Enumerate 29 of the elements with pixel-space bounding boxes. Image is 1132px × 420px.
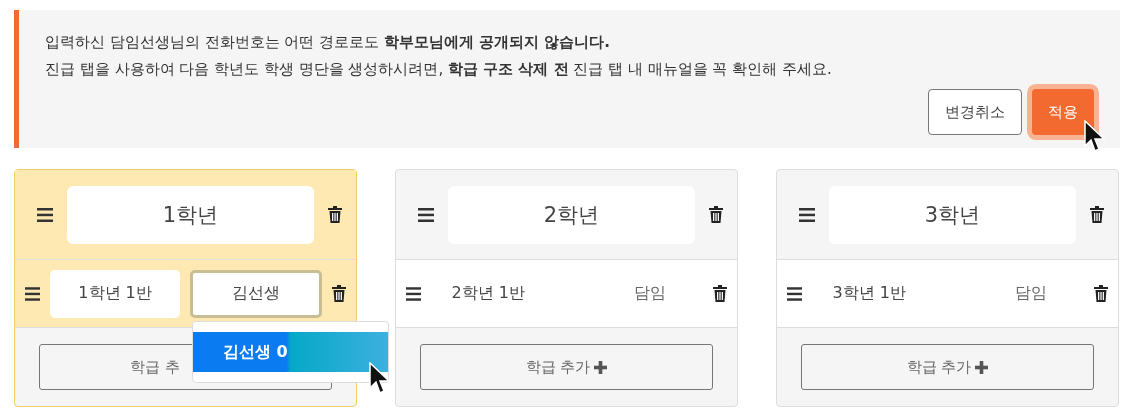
plus-icon <box>594 360 608 374</box>
drag-handle-icon[interactable] <box>406 286 422 301</box>
drag-handle-icon[interactable] <box>418 207 434 222</box>
trash-icon[interactable] <box>713 285 727 302</box>
class-name: 3학년 1반 <box>831 283 907 304</box>
notice-text: 입력하신 담임선생님의 전화번호는 어떤 경로로도 학부모님에게 공개되지 않습니다. <box>45 32 611 52</box>
grade-name-field[interactable]: 1학년 <box>67 185 314 244</box>
class-name: 2학년 1반 <box>450 283 526 304</box>
grade-name-field[interactable]: 3학년 <box>829 185 1076 244</box>
cancel-button[interactable]: 변경취소 <box>928 89 1022 135</box>
trash-icon[interactable] <box>1090 206 1104 223</box>
teacher-label: 담임 <box>1013 283 1048 304</box>
class-name-field[interactable]: 1학년 1반 <box>50 269 180 318</box>
drag-handle-icon[interactable] <box>799 207 815 222</box>
teacher-field[interactable]: 김선생 <box>189 269 322 318</box>
trash-icon[interactable] <box>332 285 346 302</box>
plus-icon <box>975 360 989 374</box>
trash-icon[interactable] <box>328 206 342 223</box>
grade-name-field[interactable]: 2학년 <box>448 185 695 244</box>
trash-icon[interactable] <box>1094 285 1108 302</box>
trash-icon[interactable] <box>709 206 723 223</box>
drag-handle-icon[interactable] <box>787 286 803 301</box>
notice-text: 진급 탭을 사용하여 다음 학년도 학생 명단을 생성하시려면, 학급 구조 삭제 전 진급 탭 내 매뉴얼을 꼭 확인해 주세요. <box>45 59 833 79</box>
drag-handle-icon[interactable] <box>37 207 53 222</box>
drag-handle-icon[interactable] <box>25 286 41 301</box>
suggestion-item[interactable]: 김선생 0 <box>193 332 388 372</box>
add-class-button[interactable]: 학급 추가 <box>801 344 1094 390</box>
teacher-label: 담임 <box>632 283 667 304</box>
add-class-button[interactable]: 학급 추가 <box>420 344 713 390</box>
